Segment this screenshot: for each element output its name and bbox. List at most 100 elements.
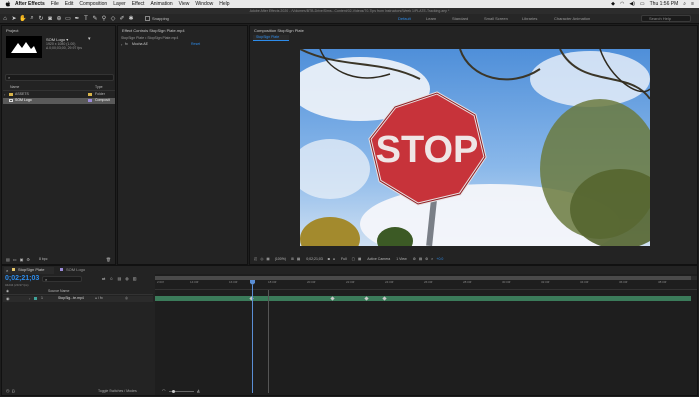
label-color-chip[interactable] xyxy=(88,93,92,96)
layer-name[interactable]: StopSig...te.mp4 xyxy=(58,296,84,300)
in-out-toggle-icon[interactable]: {} xyxy=(12,388,15,393)
frame-blending-icon[interactable]: ▤ xyxy=(117,276,121,281)
comp-mini-flowchart-icon[interactable]: ⇄ xyxy=(102,276,105,281)
color-channel-icon[interactable]: ● xyxy=(333,257,335,261)
workspace-default[interactable]: Default xyxy=(398,14,411,24)
layer-label-chip[interactable] xyxy=(34,297,37,300)
disclosure-triangle-icon[interactable]: › xyxy=(4,92,5,97)
roto-brush-tool-icon[interactable]: ✐ xyxy=(118,15,126,23)
timeline-tab[interactable]: SOM Logo xyxy=(58,267,98,274)
fast-previews-icon[interactable]: ⚙ xyxy=(413,257,416,261)
menu-window[interactable]: Window xyxy=(195,0,213,8)
dropbox-icon[interactable]: ◆ xyxy=(611,1,615,7)
volume-icon[interactable]: ◀) xyxy=(629,1,635,7)
magnification-select[interactable]: (100%) xyxy=(275,257,286,261)
menu-layer[interactable]: Layer xyxy=(113,0,126,8)
toggle-switches-modes[interactable]: Toggle Switches / Modes xyxy=(98,389,137,393)
menu-edit[interactable]: Edit xyxy=(65,0,74,8)
flowchart-icon[interactable]: ⚙ xyxy=(425,257,428,261)
zoom-out-icon[interactable]: ◠ xyxy=(162,388,166,393)
shy-layers-icon[interactable]: ☺ xyxy=(109,276,113,281)
zoom-tool-icon[interactable]: ⌕ xyxy=(28,15,36,23)
layer-duration-bar[interactable] xyxy=(155,296,691,301)
timeline-icon[interactable]: ▤ xyxy=(419,257,422,261)
reset-link[interactable]: Reset xyxy=(191,42,200,46)
timeline-search-input[interactable]: ⌕ xyxy=(42,276,82,282)
workspace-standard[interactable]: Standard xyxy=(452,14,468,24)
keyframe-marker[interactable] xyxy=(364,296,369,301)
timeline-tab-active[interactable]: × StopSign Plate xyxy=(4,267,54,274)
fx-toggle-icon[interactable]: fx xyxy=(125,42,128,46)
project-menu-icon[interactable]: ▾ xyxy=(88,36,91,42)
timeline-layer-row[interactable]: ◉ › 1 StopSig...te.mp4 ⚹ / fx ◎ xyxy=(3,296,153,302)
timeline-current-time[interactable]: 0;02;21;03 xyxy=(5,275,39,282)
view-layout-select[interactable]: 1 View xyxy=(396,257,406,261)
column-source-name[interactable]: Source Name xyxy=(48,289,69,293)
workspace-libraries[interactable]: Libraries xyxy=(522,14,537,24)
camera-tool-icon[interactable]: ◙ xyxy=(46,15,54,23)
workspace-character-animation[interactable]: Character Animation xyxy=(554,14,590,24)
zoom-in-icon[interactable]: ◭ xyxy=(197,388,200,393)
hand-tool-icon[interactable]: ✋ xyxy=(19,15,27,23)
resolution-select[interactable]: Full xyxy=(341,257,347,261)
workspace-learn[interactable]: Learn xyxy=(426,14,436,24)
composition-tab[interactable]: Composition StopSign Plate xyxy=(254,28,304,33)
current-time-display[interactable]: 0;02;21;03 xyxy=(306,257,323,261)
composition-viewer[interactable]: STOP xyxy=(300,49,650,246)
new-composition-icon[interactable]: ▣ xyxy=(20,257,24,262)
clock[interactable]: Thu 1:56 PM xyxy=(650,1,679,7)
view-options-icon[interactable]: ▦ xyxy=(358,257,361,261)
comp-subtab[interactable]: StopSign Plate xyxy=(253,35,289,41)
trash-icon[interactable]: 🗑 xyxy=(106,257,111,262)
interpret-footage-icon[interactable]: ▤ xyxy=(6,257,10,262)
camera-select[interactable]: Active Camera xyxy=(367,257,390,261)
apple-icon[interactable] xyxy=(5,1,11,7)
transparency-grid-icon[interactable]: ▩ xyxy=(297,257,300,261)
snapping-checkbox[interactable] xyxy=(145,16,150,21)
parent-pickwhip-icon[interactable]: ◎ xyxy=(125,296,128,300)
puppet-tool-icon[interactable]: ✱ xyxy=(127,15,135,23)
disclosure-triangle-icon[interactable]: › xyxy=(29,296,30,301)
render-time-icon[interactable]: ◷ xyxy=(6,388,10,393)
pan-behind-tool-icon[interactable]: ⊕ xyxy=(55,15,63,23)
eraser-tool-icon[interactable]: ◇ xyxy=(109,15,117,23)
menu-file[interactable]: File xyxy=(51,0,59,8)
exposure-value[interactable]: +0.0 xyxy=(436,257,443,261)
zoom-slider[interactable]: ◠ ◭ xyxy=(162,388,202,394)
workspace-small-screen[interactable]: Small Screen xyxy=(484,14,508,24)
menu-view[interactable]: View xyxy=(179,0,190,8)
brush-tool-icon[interactable]: ✎ xyxy=(91,15,99,23)
search-icon[interactable]: ⌕ xyxy=(683,1,686,7)
menu-composition[interactable]: Composition xyxy=(79,0,107,8)
flowchart-icon[interactable]: ⚙ xyxy=(26,257,30,262)
column-type[interactable]: Type xyxy=(95,85,103,89)
type-tool-icon[interactable]: T xyxy=(82,15,90,23)
disclosure-triangle-icon[interactable]: › xyxy=(121,42,122,47)
layer-switches[interactable]: ⚹ / fx xyxy=(95,296,103,300)
rotate-tool-icon[interactable]: ↻ xyxy=(37,15,45,23)
close-icon[interactable]: × xyxy=(6,268,8,273)
always-preview-icon[interactable]: ◰ xyxy=(254,257,257,261)
column-name[interactable]: Name xyxy=(10,85,19,89)
home-icon[interactable]: ⌂ xyxy=(1,15,9,23)
effect-row[interactable]: › fx Mocha AE Reset xyxy=(121,42,245,48)
snapping-toggle[interactable]: Snapping xyxy=(145,16,169,21)
roi-icon[interactable]: ▢ xyxy=(352,257,355,261)
region-icon[interactable]: ⊞ xyxy=(291,257,294,261)
label-color-chip[interactable] xyxy=(88,99,92,102)
time-ruler[interactable]: 2:00f 14:00f 16:00f 18:00f 20:00f 22:00f… xyxy=(155,280,697,290)
project-tab[interactable]: Project xyxy=(6,28,18,33)
keyframe-marker[interactable] xyxy=(330,296,335,301)
rectangle-tool-icon[interactable]: ▭ xyxy=(64,15,72,23)
new-folder-icon[interactable]: ▭ xyxy=(13,257,17,262)
battery-icon[interactable]: ▭ xyxy=(640,1,645,7)
project-row-selected[interactable]: SOM Logo Composit xyxy=(3,98,115,104)
control-center-icon[interactable]: ≡ xyxy=(691,1,694,7)
zoom-slider-thumb[interactable] xyxy=(172,390,175,393)
clone-stamp-tool-icon[interactable]: ⚲ xyxy=(100,15,108,23)
timeline-track-area[interactable]: 2:00f 14:00f 16:00f 18:00f 20:00f 22:00f… xyxy=(155,274,697,395)
grid-icon[interactable]: ▦ xyxy=(266,257,269,261)
menu-effect[interactable]: Effect xyxy=(132,0,145,8)
project-search-input[interactable]: ⌕ xyxy=(5,74,114,81)
graph-editor-icon[interactable]: ▥ xyxy=(133,276,137,281)
